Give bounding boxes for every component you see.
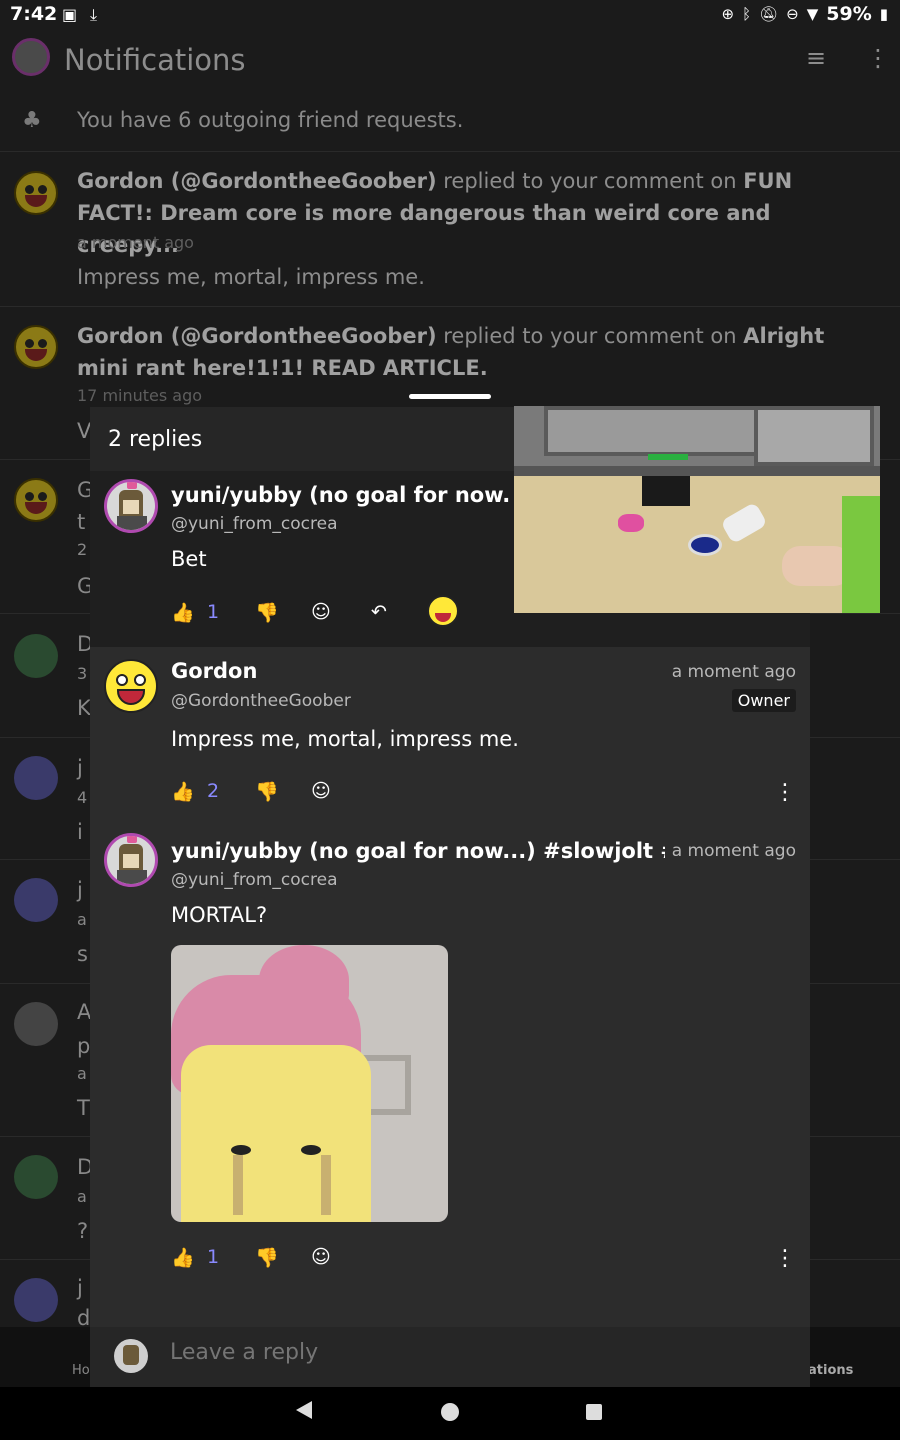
nav-notifications-label[interactable]: ations: [808, 1363, 853, 1378]
reply-time: a moment ago: [671, 662, 796, 682]
add-reaction-icon[interactable]: ☺: [311, 601, 331, 623]
reply-actions: 👍 1 👎 ☺ ⋮: [171, 1246, 796, 1276]
dislike-icon[interactable]: 👎: [255, 601, 279, 624]
reply-actions: 👍 2 👎 ☺ ⋮: [171, 780, 796, 810]
bluetooth-icon: ᛒ: [742, 5, 752, 23]
like-count: 2: [207, 780, 220, 802]
reply-composer: [90, 1327, 810, 1387]
owner-badge: Owner: [731, 689, 796, 712]
status-time: 7:42: [10, 3, 58, 25]
like-icon[interactable]: 👍: [171, 601, 195, 624]
user-avatar[interactable]: [104, 833, 158, 887]
battery-icon: ▮: [879, 5, 888, 23]
user-avatar: [14, 756, 58, 800]
reply-author-name[interactable]: yuni/yubby (no goal for now...) #s: [171, 483, 511, 507]
status-bar: 7:42 ▣ ⤓ ⊕ ᛒ 🔕︎ ⊖ ▼ 59% ▮: [0, 0, 900, 30]
reply-icon[interactable]: ↶: [371, 601, 387, 623]
notification-time: 17 minutes ago: [77, 386, 203, 405]
user-avatar: [14, 634, 58, 678]
user-avatar: [14, 878, 58, 922]
image-icon: ▣: [62, 5, 78, 24]
more-options-icon[interactable]: ⋮: [774, 1246, 796, 1271]
home-icon[interactable]: [441, 1403, 459, 1421]
reply-item: yuni/yubby (no goal for now...) #slowjol…: [90, 823, 810, 1303]
mute-icon: 🔕︎: [759, 5, 779, 23]
notification-fragment: T: [77, 1096, 90, 1120]
notification-fragment: p: [77, 1034, 91, 1058]
profile-avatar[interactable]: [12, 38, 50, 76]
more-options-icon[interactable]: ⋮: [866, 44, 890, 72]
add-reaction-icon[interactable]: ☺: [311, 780, 331, 802]
reply-gif-image[interactable]: [171, 945, 448, 1222]
notification-fragment: t: [77, 510, 86, 534]
user-avatar: [14, 478, 58, 522]
notification-text: Gordon (@GordontheeGoober) replied to yo…: [77, 324, 825, 380]
user-avatar: [14, 1002, 58, 1046]
page-title: Notifications: [64, 43, 246, 77]
reply-author-handle: @yuni_from_cocrea: [171, 870, 338, 890]
like-count: 1: [207, 601, 220, 623]
group-icon: ♣: [22, 108, 42, 133]
my-avatar: [114, 1339, 148, 1373]
notification-fragment: i: [77, 820, 83, 844]
reaction-emoji-icon[interactable]: [427, 595, 459, 627]
user-avatar: [14, 171, 58, 215]
like-count: 1: [207, 1246, 220, 1268]
notification-fragment: 4: [77, 788, 88, 807]
friend-requests-row[interactable]: ♣ You have 6 outgoing friend requests.: [0, 92, 900, 152]
battery-percent: 59%: [826, 3, 872, 25]
like-icon[interactable]: 👍: [171, 1246, 195, 1269]
picture-in-picture-video[interactable]: [514, 406, 880, 613]
user-avatar: [14, 325, 58, 369]
notification-time: a moment ago: [77, 233, 194, 252]
notification-fragment: K: [77, 696, 91, 720]
reply-text: Impress me, mortal, impress me.: [171, 727, 519, 751]
back-icon[interactable]: [296, 1401, 312, 1419]
notification-fragment: 2: [77, 540, 88, 559]
user-avatar[interactable]: [104, 479, 158, 533]
notification-fragment: a: [77, 910, 87, 929]
data-saver-icon: ⊕: [721, 5, 735, 23]
notification-fragment: a: [77, 1064, 87, 1083]
system-navigation-bar: [0, 1387, 900, 1440]
notification-fragment: ?: [77, 1219, 89, 1243]
sheet-drag-handle[interactable]: [409, 394, 491, 399]
user-avatar: [14, 1278, 58, 1322]
recent-apps-icon[interactable]: [586, 1404, 602, 1420]
reply-author-handle: @yuni_from_cocrea: [171, 514, 338, 534]
reply-time: a moment ago: [671, 841, 796, 861]
reply-author-name[interactable]: yuni/yubby (no goal for now...) #slowjol…: [171, 839, 665, 863]
filter-icon[interactable]: ≡: [806, 44, 826, 72]
dislike-icon[interactable]: 👎: [255, 780, 279, 803]
dnd-icon: ⊖: [786, 5, 799, 23]
reply-author-name[interactable]: Gordon: [171, 659, 257, 683]
user-avatar: [14, 1155, 58, 1199]
replies-count: 2 replies: [108, 427, 203, 452]
notification-fragment: j: [77, 756, 83, 780]
nav-home-label[interactable]: Ho: [72, 1363, 90, 1378]
wifi-icon: ▼: [806, 5, 819, 23]
dislike-icon[interactable]: 👎: [255, 1246, 279, 1269]
like-icon[interactable]: 👍: [171, 780, 195, 803]
notification-body: Impress me, mortal, impress me.: [77, 265, 425, 289]
notification-fragment: a: [77, 1187, 87, 1206]
app-bar: Notifications ≡ ⋮: [0, 30, 900, 92]
download-icon: ⤓: [90, 5, 98, 24]
reply-author-handle: @GordontheeGoober: [171, 691, 351, 711]
notification-item[interactable]: Gordon (@GordontheeGoober) replied to yo…: [0, 153, 900, 307]
notification-fragment: j: [77, 878, 83, 902]
reply-text: MORTAL?: [171, 903, 268, 927]
reply-input[interactable]: [170, 1340, 770, 1365]
add-reaction-icon[interactable]: ☺: [311, 1246, 331, 1268]
friend-requests-text: You have 6 outgoing friend requests.: [77, 108, 464, 132]
more-options-icon[interactable]: ⋮: [774, 780, 796, 805]
notification-fragment: s: [77, 942, 88, 966]
reply-text: Bet: [171, 547, 207, 571]
user-avatar[interactable]: [104, 659, 158, 713]
notification-fragment: 3: [77, 664, 88, 683]
reply-item: Gordon @GordontheeGoober a moment ago Ow…: [90, 647, 810, 823]
notification-fragment: j: [77, 1276, 83, 1300]
